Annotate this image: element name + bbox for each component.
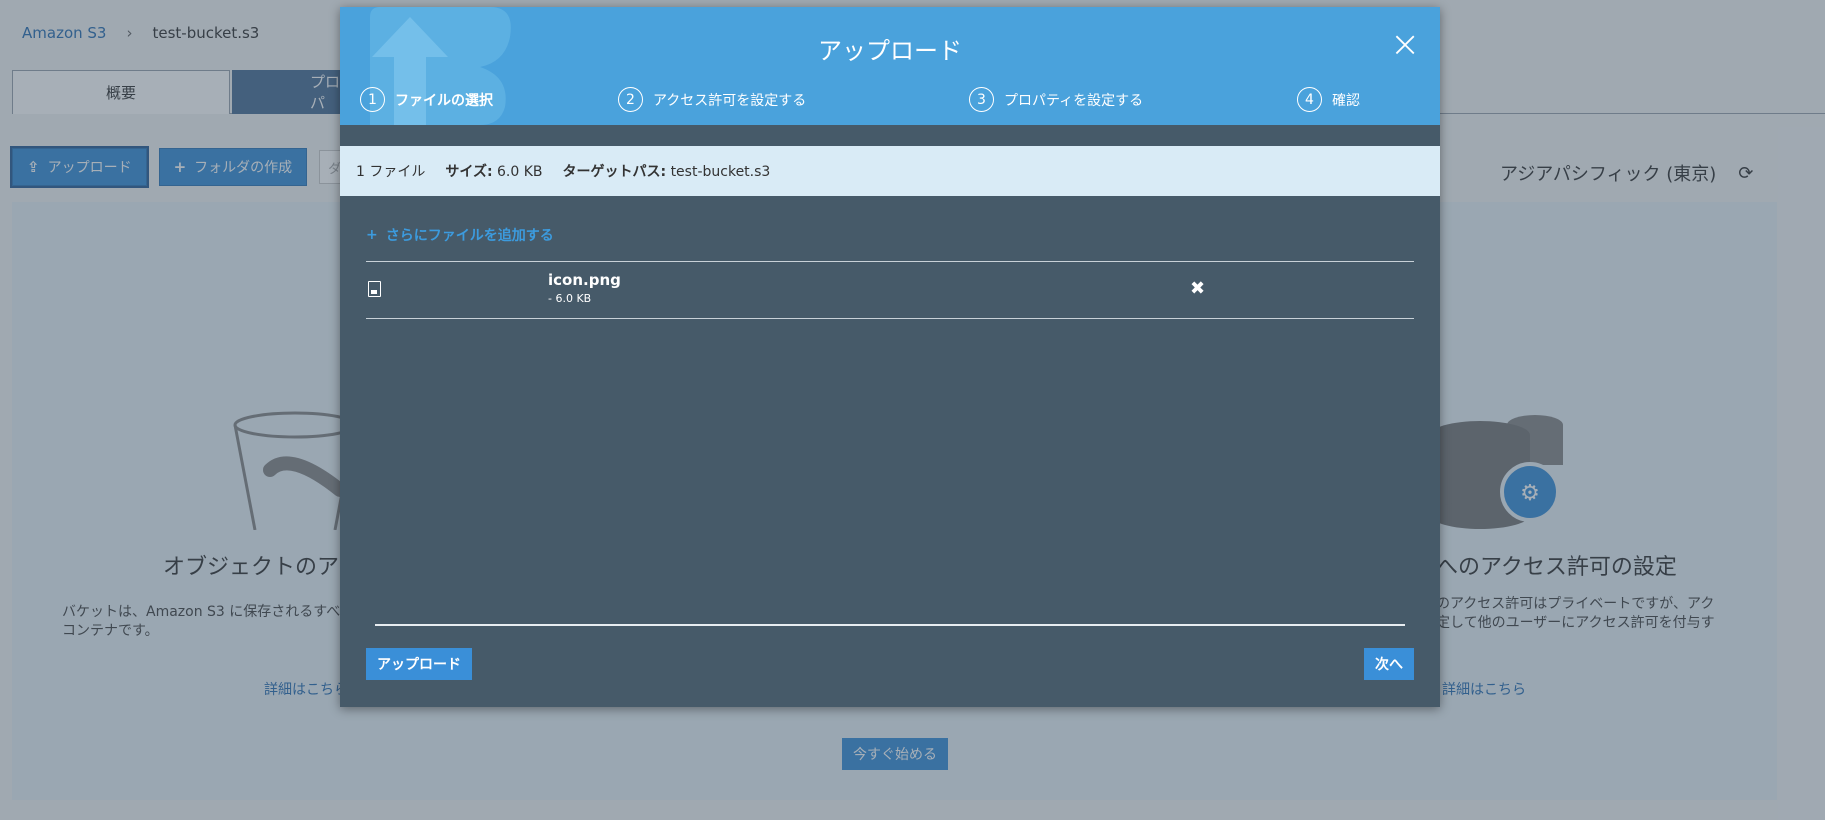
- target-path-summary: ターゲットパス: test-bucket.s3: [563, 161, 771, 181]
- step-label: ファイルの選択: [395, 92, 493, 109]
- upload-dialog: アップロード × 1 ファイルの選択 2 アクセス許可を設定する 3 プロパティ…: [340, 7, 1440, 707]
- step-number: 3: [969, 87, 994, 112]
- target-path-label: ターゲットパス:: [562, 164, 667, 180]
- step-review[interactable]: 4 確認: [1297, 87, 1360, 112]
- target-path-value: test-bucket.s3: [670, 164, 771, 180]
- upload-progress-track: [375, 624, 1405, 626]
- file-size: - 6.0 KB: [548, 292, 592, 305]
- upload-submit-button[interactable]: アップロード: [366, 648, 472, 680]
- file-count: 1 ファイル: [356, 164, 426, 180]
- file-row: icon.png - 6.0 KB ✖: [366, 262, 1414, 318]
- step-set-permissions[interactable]: 2 アクセス許可を設定する: [618, 87, 806, 112]
- step-label: アクセス許可を設定する: [653, 92, 807, 109]
- step-number: 1: [360, 87, 385, 112]
- step-label: 確認: [1332, 92, 1360, 109]
- add-more-files-label: さらにファイルを追加する: [385, 228, 554, 244]
- upload-summary: 1 ファイル サイズ: 6.0 KB ターゲットパス: test-bucket.…: [340, 146, 1440, 196]
- image-file-icon: [368, 281, 381, 297]
- file-name: icon.png: [548, 271, 621, 289]
- step-number: 2: [618, 87, 643, 112]
- step-select-files[interactable]: 1 ファイルの選択: [360, 87, 493, 112]
- size-summary: サイズ: 6.0 KB: [445, 161, 542, 181]
- file-list: icon.png - 6.0 KB ✖: [366, 261, 1414, 319]
- plus-icon: +: [366, 227, 378, 243]
- step-label: プロパティを設定する: [1004, 92, 1144, 109]
- next-button[interactable]: 次へ: [1364, 648, 1414, 680]
- step-number: 4: [1297, 87, 1322, 112]
- add-more-files-link[interactable]: + さらにファイルを追加する: [366, 225, 554, 245]
- wizard-steps: 1 ファイルの選択 2 アクセス許可を設定する 3 プロパティを設定する 4 確…: [340, 87, 1440, 113]
- dialog-header: アップロード × 1 ファイルの選択 2 アクセス許可を設定する 3 プロパティ…: [340, 7, 1440, 125]
- close-icon[interactable]: ×: [1390, 27, 1420, 63]
- step-set-properties[interactable]: 3 プロパティを設定する: [969, 87, 1143, 112]
- size-label: サイズ:: [445, 164, 493, 180]
- remove-file-icon[interactable]: ✖: [1190, 278, 1205, 299]
- dialog-title: アップロード: [818, 37, 962, 65]
- size-value: 6.0 KB: [497, 164, 543, 180]
